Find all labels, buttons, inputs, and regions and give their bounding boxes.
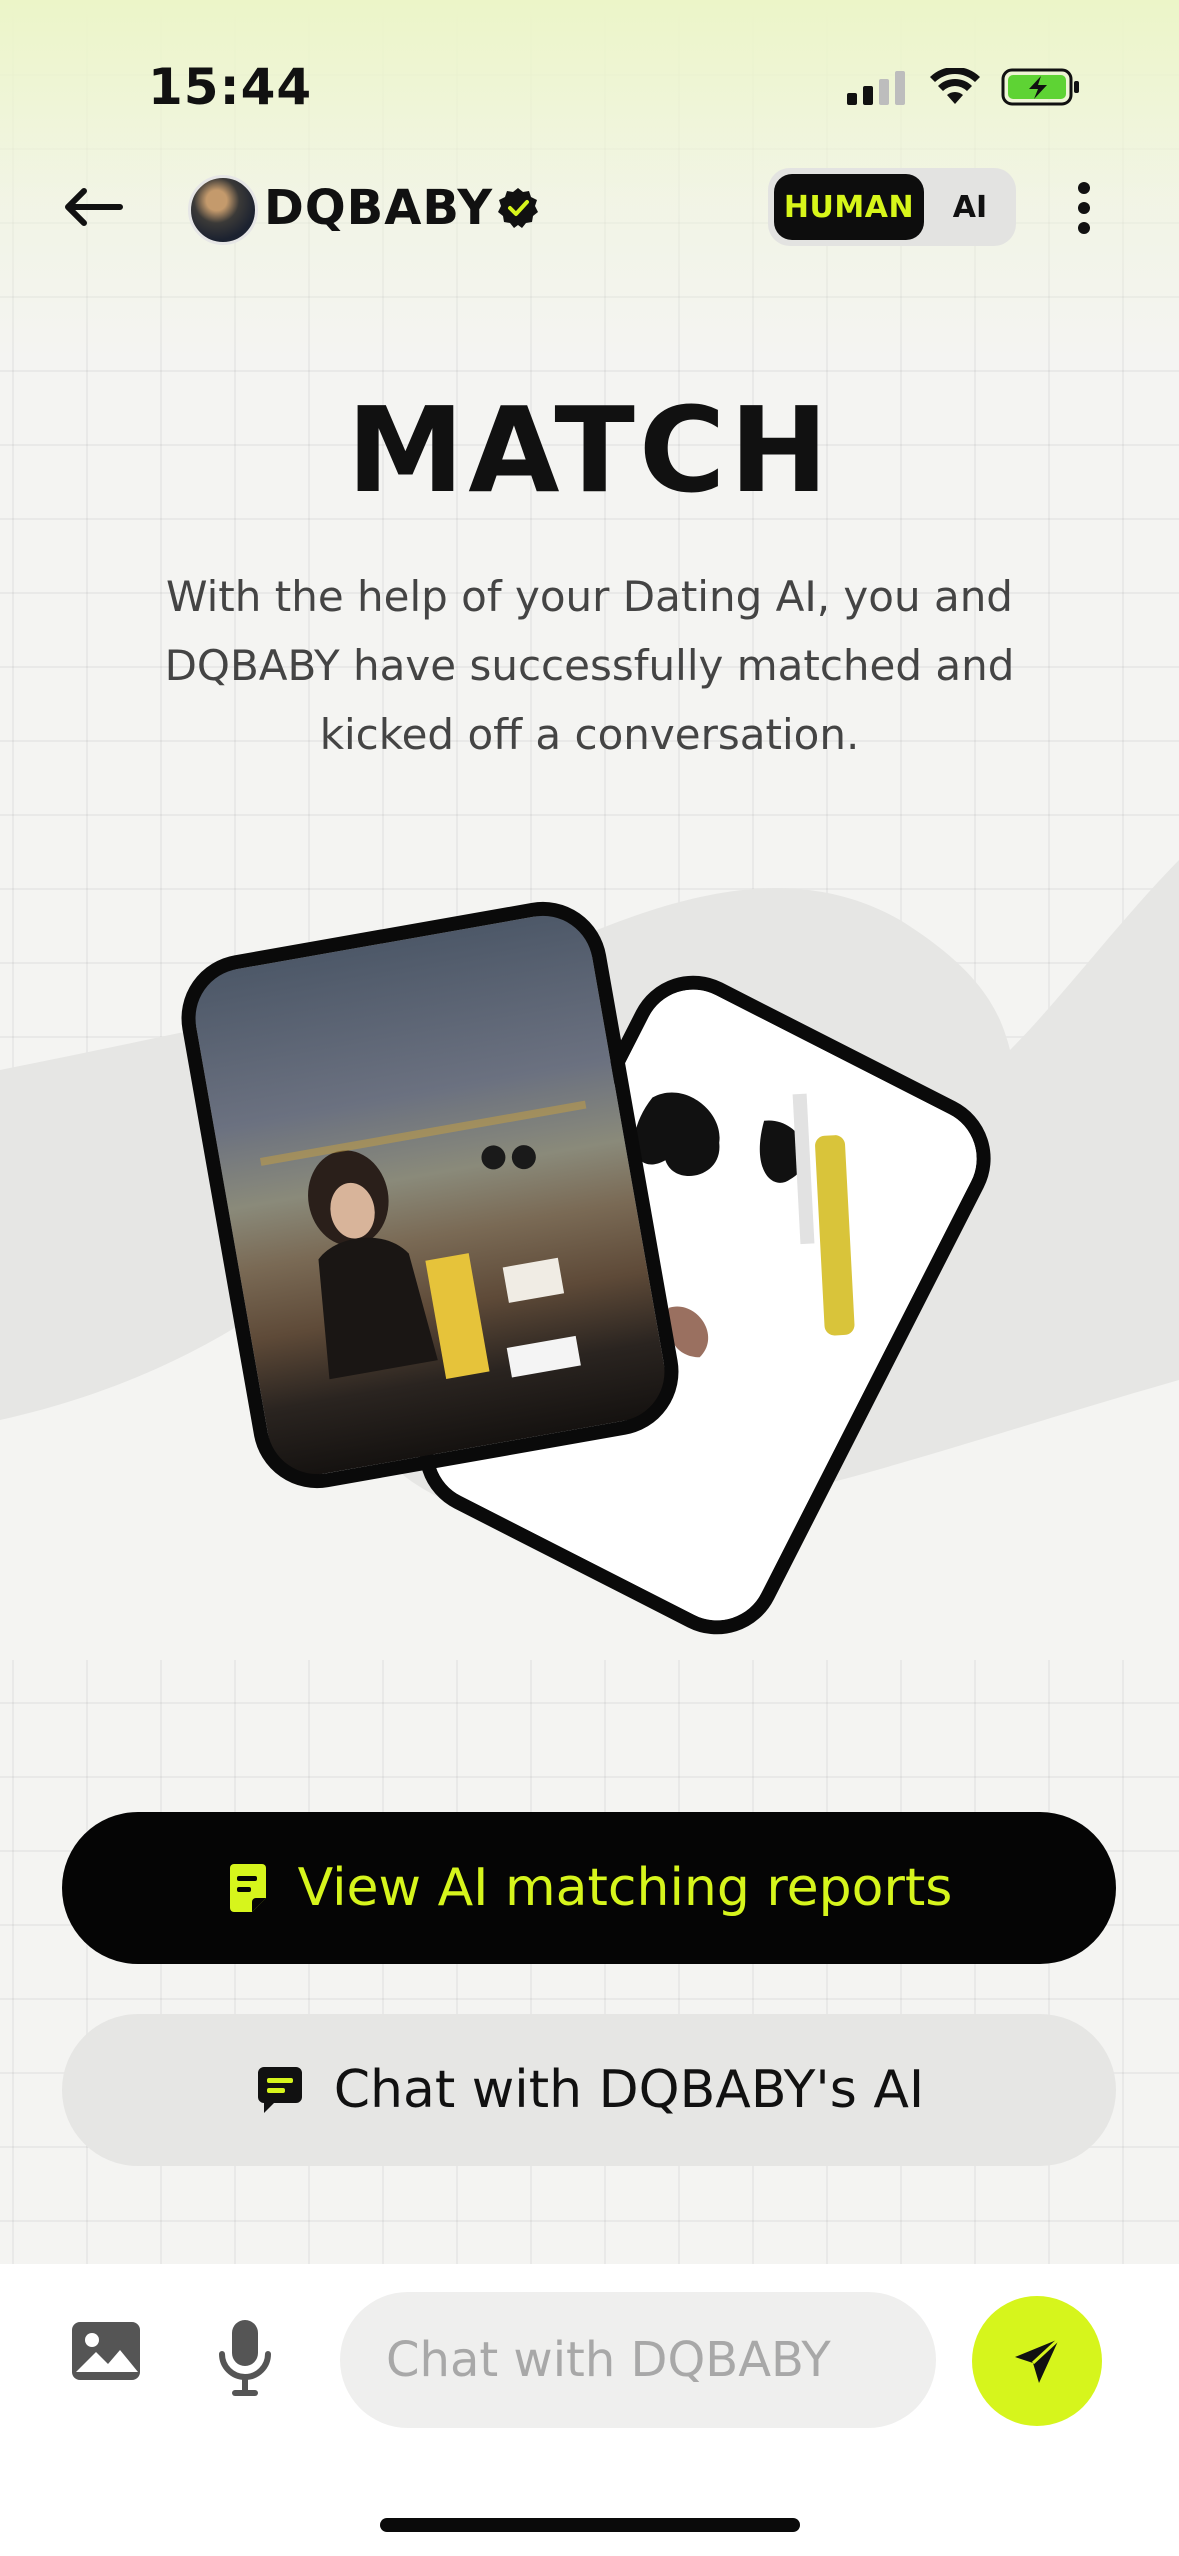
chat-with-ai-label: Chat with DQBABY's AI xyxy=(333,2060,925,2120)
view-ai-matching-reports-button[interactable]: View AI matching reports xyxy=(62,1812,1116,1964)
cellular-signal-icon xyxy=(847,71,905,105)
battery-charging-icon xyxy=(1001,68,1079,106)
report-icon xyxy=(229,1864,266,1912)
wifi-icon xyxy=(930,68,980,104)
send-button[interactable] xyxy=(972,2296,1102,2426)
more-vertical-icon-dot xyxy=(1078,182,1090,194)
mode-toggle[interactable]: HUMAN AI xyxy=(768,168,1016,246)
profile-avatar[interactable] xyxy=(188,175,258,245)
image-button[interactable] xyxy=(70,2320,142,2392)
mode-human-option[interactable]: HUMAN xyxy=(774,174,924,240)
verified-badge-icon xyxy=(498,188,538,228)
back-button[interactable] xyxy=(58,172,128,242)
more-vertical-icon-dot xyxy=(1078,222,1090,234)
match-description: With the help of your Dating AI, you and… xyxy=(164,572,1015,759)
match-title: MATCH xyxy=(346,381,833,519)
more-options-button[interactable] xyxy=(1066,176,1102,240)
image-icon xyxy=(72,2322,140,2380)
microphone-button[interactable] xyxy=(214,2318,276,2398)
microphone-icon xyxy=(219,2320,271,2396)
mode-ai-option[interactable]: AI xyxy=(930,174,1010,240)
more-vertical-icon-dot xyxy=(1078,202,1090,214)
match-photo-card-left xyxy=(171,891,689,1499)
view-ai-matching-reports-label: View AI matching reports xyxy=(297,1858,953,1918)
status-icons xyxy=(847,62,1081,112)
status-time: 15:44 xyxy=(148,58,313,116)
send-icon xyxy=(1015,2337,1061,2383)
home-indicator xyxy=(380,2518,800,2532)
profile-photo-left xyxy=(259,1100,587,1380)
chat-message-input[interactable] xyxy=(340,2292,936,2428)
chat-with-ai-button[interactable]: Chat with DQBABY's AI xyxy=(62,2014,1116,2166)
chat-bubble-icon xyxy=(257,2067,302,2113)
profile-name[interactable]: DQBABY xyxy=(264,176,493,240)
arrow-left-icon xyxy=(65,188,123,226)
